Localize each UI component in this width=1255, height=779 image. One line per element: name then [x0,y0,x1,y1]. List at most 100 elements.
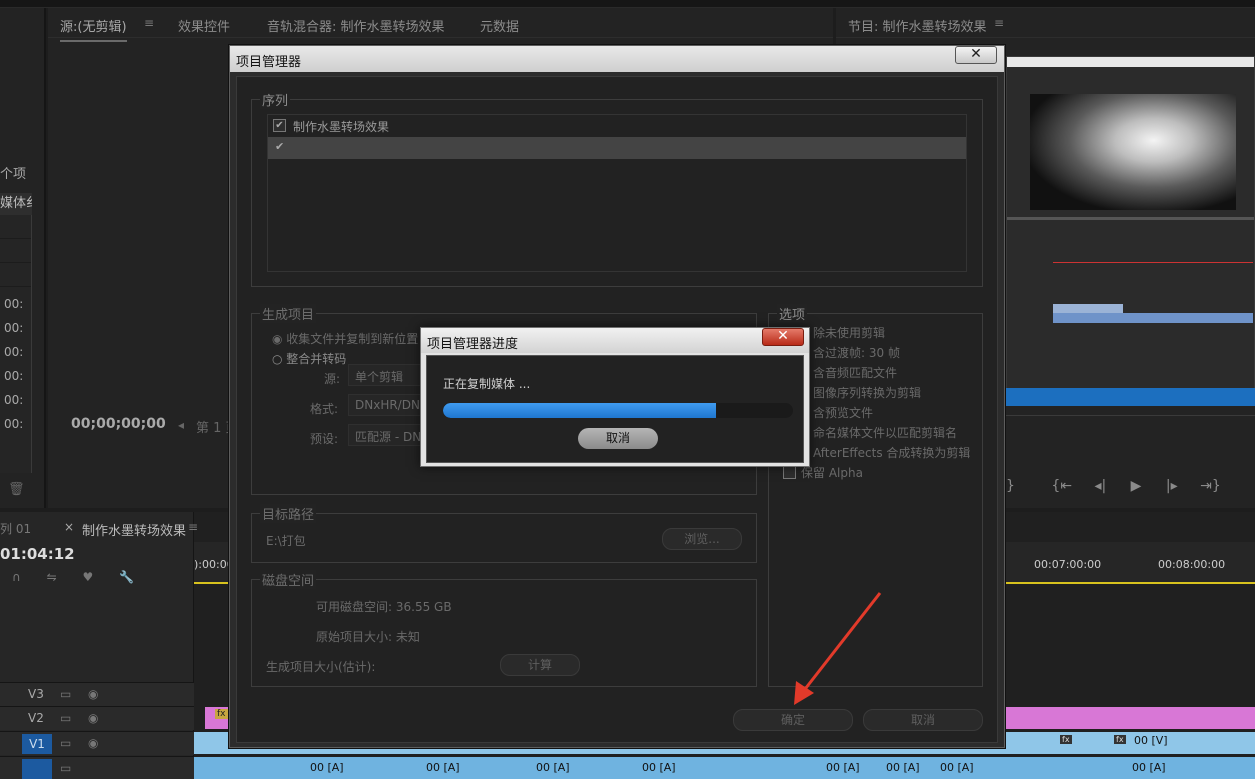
radio-collect[interactable]: ◉ 收集文件并复制到新位置 [272,330,418,347]
track-label[interactable]: V2 [28,711,44,725]
option-item[interactable]: 含预览文件 [813,404,873,421]
source-tabs: 源:(无剪辑) ≡ 效果控件 音轨混合器: 制作水墨转场效果 元数据 [48,8,833,42]
sequence-row[interactable]: ✔ [268,137,966,159]
ruler-label: 00:08:00:00 [1158,558,1226,571]
panel-menu-icon[interactable]: ≡ [188,520,198,534]
track-a1-header: ▭ [0,756,194,779]
tab-audio-mixer[interactable]: 音轨混合器: 制作水墨转场效果 [267,16,445,35]
page-back-icon[interactable]: ◂ [178,418,184,432]
play-icon[interactable]: ▶ [1131,478,1142,494]
track-label[interactable]: V3 [28,687,44,701]
arrow-head [794,681,814,705]
progress-dialog: 项目管理器进度 ✕ 正在复制媒体 ... 取消 [420,327,810,467]
clip-a1[interactable]: 00 [A] 00 [A] 00 [A] 00 [A] 00 [A] 00 [A… [194,757,1255,779]
video-preview [1030,94,1236,210]
marker-icon[interactable]: ♥ [83,570,94,584]
wrench-icon[interactable]: 🔧 [119,570,134,584]
timeline-tools: ∩ ⇋ ♥ 🔧 [12,570,134,584]
list-duration: 00: [4,321,24,335]
track-output-icon[interactable]: ▭ [60,687,71,701]
option-item[interactable]: 含过渡帧: 30 帧 [813,344,900,361]
progress-titlebar[interactable]: 项目管理器进度 ✕ [421,328,809,353]
destination-group: 目标路径 E:\打包 浏览... [251,504,757,563]
track-output-icon[interactable]: ▭ [60,761,71,775]
progress-close-button[interactable]: ✕ [762,328,804,346]
media-column-header[interactable]: 媒体纟 [0,193,32,215]
calculate-button[interactable]: 计算 [500,654,580,676]
format-label: 格式: [310,402,339,416]
go-to-in-icon[interactable]: {⇤ [1051,478,1072,494]
project-manager-titlebar[interactable]: 项目管理器 ✕ [230,46,1004,72]
sequence-list: ✔ 制作水墨转场效果 ✔ [267,114,967,272]
program-tabs: 节目: 制作水墨转场效果 ≡ [836,8,1255,38]
tab-program[interactable]: 节目: 制作水墨转场效果 [848,16,987,35]
option-item[interactable]: 命名媒体文件以匹配剪辑名 [813,424,957,441]
track-target[interactable] [22,759,52,779]
format-select[interactable]: DNxHR/DNx [348,394,428,416]
sequence-row[interactable]: ✔ 制作水墨转场效果 [268,115,966,137]
generated-size: 生成项目大小(估计): [266,660,376,674]
item-count: 个项 [0,167,27,182]
progress-cancel-button[interactable]: 取消 [578,428,658,449]
alpha-checkbox[interactable]: ✔ [783,466,796,479]
sequence-group: 序列 ✔ 制作水墨转场效果 ✔ [251,90,983,287]
eye-icon[interactable]: ◉ [88,736,98,750]
list-item[interactable] [0,215,31,239]
eye-icon[interactable]: ◉ [88,687,98,701]
clip-label: 00 [A] [886,761,920,774]
trash-icon[interactable]: 🗑 [8,482,25,497]
track-output-icon[interactable]: ▭ [60,711,71,725]
checkmark-icon[interactable]: ✔ [275,140,284,153]
ok-button[interactable]: 确定 [733,709,853,731]
eye-icon[interactable]: ◉ [88,711,98,725]
top-strip [0,0,1255,8]
option-item[interactable]: 含音频匹配文件 [813,364,897,381]
source-timecode[interactable]: 00;00;00;00 [71,416,166,432]
option-item[interactable]: 图像序列转换为剪辑 [813,384,921,401]
sequence-checkbox[interactable]: ✔ [273,119,286,132]
ruler-label: 00:07:00:00 [1034,558,1102,571]
option-item[interactable]: AfterEffects 合成转换为剪辑 [813,444,970,461]
frame-playhead-line [1053,262,1253,263]
panel-menu-icon[interactable]: ≡ [994,16,1004,30]
panel-menu-icon[interactable]: ≡ [144,16,154,30]
tab-source[interactable]: 源:(无剪辑) [60,16,127,42]
annotation-arrow [794,592,882,705]
track-output-icon[interactable]: ▭ [60,736,71,750]
go-to-out-icon[interactable]: ⇥} [1200,478,1221,494]
preset-select[interactable]: 匹配源 - DN [348,424,428,446]
list-item[interactable] [0,263,31,287]
list-item[interactable] [0,239,31,263]
tab-metadata[interactable]: 元数据 [480,16,519,35]
source-label: 源: [324,372,341,386]
option-item[interactable]: 保留 Alpha [801,464,863,481]
progress-body: 正在复制媒体 ... 取消 [426,355,804,463]
timeline-timecode[interactable]: 01:04:12 [0,545,75,563]
linked-selection-icon[interactable]: ⇋ [47,570,57,584]
clip-label: 00 [A] [1132,761,1166,774]
close-button[interactable]: ✕ [955,46,997,64]
radio-consolidate[interactable]: ○ 整合并转码 [272,350,346,367]
step-forward-icon[interactable]: |▸ [1166,478,1178,494]
arrow-shaft [800,592,882,694]
snap-icon[interactable]: ∩ [12,570,21,584]
tab-effect-controls[interactable]: 效果控件 [178,16,230,35]
progress-bar [443,403,793,418]
clip-label: 00 [A] [426,761,460,774]
disk-space-group: 磁盘空间 可用磁盘空间: 36.55 GB 原始项目大小: 未知 生成项目大小(… [251,570,757,687]
list-duration: 00: [4,369,24,383]
options-legend: 选项 [777,304,808,323]
track-label[interactable]: V1 [22,734,52,754]
list-duration: 00: [4,297,24,311]
tab-timeline-sequence[interactable]: 制作水墨转场效果 [82,520,186,539]
browse-button[interactable]: 浏览... [662,528,742,550]
cancel-button[interactable]: 取消 [863,709,983,731]
step-back-icon[interactable]: ◂| [1094,478,1106,494]
frame-menubar [1007,57,1254,67]
tab-close-icon[interactable]: × [64,520,74,534]
track-v3-header: V3 ▭ ◉ [0,682,194,706]
tab-sequence-01[interactable]: 列 01 [0,520,31,537]
mark-out-icon[interactable]: } [1006,478,1015,494]
source-select[interactable]: 单个剪辑 [348,364,428,386]
option-item[interactable]: 除未使用剪辑 [813,324,885,341]
